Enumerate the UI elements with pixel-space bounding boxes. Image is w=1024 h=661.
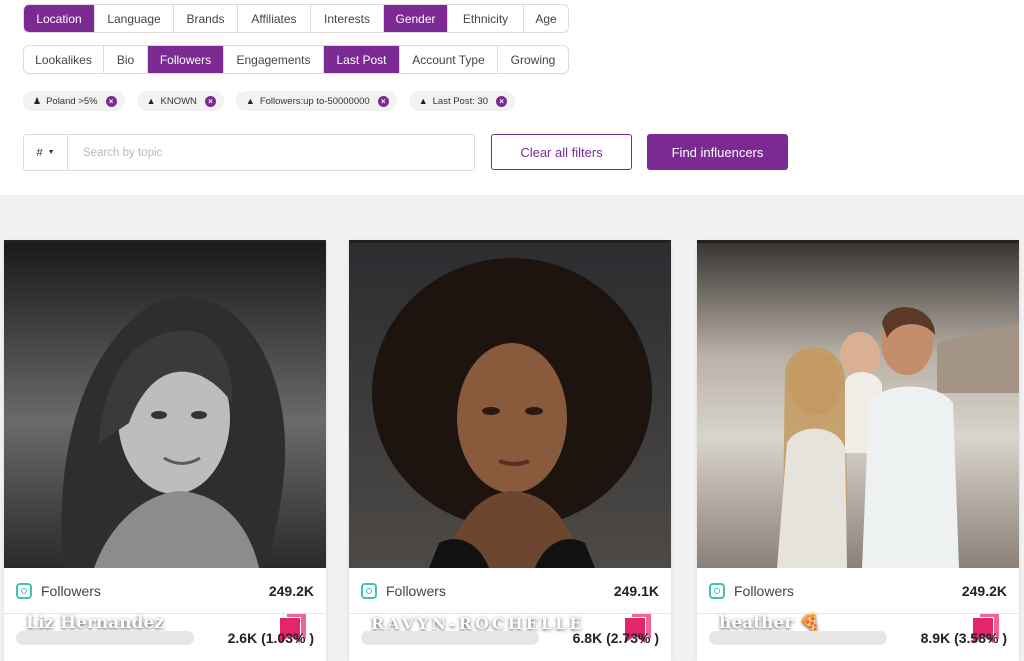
profile-photo [697,243,1019,568]
filter-tab-growing[interactable]: Growing [498,46,568,73]
filter-tabs-primary: Location Language Brands Affiliates Inte… [23,4,569,33]
followers-row: Followers 249.1K [349,568,671,614]
followers-count: 249.2K [961,582,1007,599]
filter-tab-lookalikes[interactable]: Lookalikes [24,46,104,73]
engagement-value: 2.6K (1.03% ) [227,630,314,646]
instagram-icon [709,582,725,599]
filter-tab-age[interactable]: Age [524,5,568,32]
followers-row: Followers 249.2K [4,568,326,614]
filter-chip-label: Last Post: 30 [432,95,489,107]
instagram-icon [361,582,377,599]
chevron-down-icon: ▼ [47,149,55,156]
filter-tab-brands[interactable]: Brands [174,5,238,32]
filter-tab-affiliates[interactable]: Affiliates [238,5,311,32]
filter-tab-ethnicity[interactable]: Ethnicity [448,5,524,32]
megaphone-icon: ▲ [245,96,255,106]
engagement-row: 8.9K (3.58% ) [697,615,1019,661]
engagement-bar [16,631,194,645]
hashtag-icon: # [36,146,43,159]
filter-tab-interests[interactable]: Interests [311,5,384,32]
followers-count: 249.1K [613,582,659,599]
filter-tab-engagements[interactable]: Engagements [224,46,324,73]
filter-tab-language[interactable]: Language [95,5,174,32]
filter-tab-location[interactable]: Location [24,5,95,32]
search-type-dropdown[interactable]: # ▼ [24,135,68,170]
find-influencers-button[interactable]: Find influencers [647,134,788,170]
clear-filters-button[interactable]: Clear all filters [491,134,632,170]
filter-chip-label: Followers:up to-50000000 [259,95,370,107]
followers-count: 249.2K [268,582,314,599]
filter-chip: ♟ Poland >5% × [23,91,125,111]
filter-chip: ▲ Followers:up to-50000000 × [235,91,397,111]
filter-tabs-secondary: Lookalikes Bio Followers Engagements Las… [23,45,569,74]
followers-label: Followers [734,582,794,599]
profile-photo [349,243,671,568]
influencer-card[interactable]: RAVYN-ROCHELLE Followers 249.1K 6.8K (2.… [349,240,671,661]
filter-chip-label: Poland >5% [46,95,98,107]
instagram-icon [16,582,32,599]
engagement-bar [709,631,887,645]
filter-tab-account-type[interactable]: Account Type [400,46,498,73]
engagement-value: 8.9K (3.58% ) [920,630,1007,646]
filter-tab-followers[interactable]: Followers [148,46,224,73]
remove-filter-icon[interactable]: × [377,95,389,107]
filter-tab-bio[interactable]: Bio [104,46,148,73]
filter-chip-label: KNOWN [160,95,197,107]
topic-search: # ▼ [23,134,475,171]
engagement-value: 6.8K (2.73% ) [572,630,659,646]
search-input[interactable] [68,135,474,170]
megaphone-icon: ▲ [146,96,156,106]
remove-filter-icon[interactable]: × [496,95,508,107]
followers-row: Followers 249.2K [697,568,1019,614]
engagement-bar [361,631,539,645]
influencer-card[interactable]: Liz Hernandez Followers 249.2K 2.6K (1.0… [4,240,326,661]
person-icon: ♟ [33,95,42,106]
influencer-card[interactable]: heather 🍕 Followers 249.2K 8.9K (3.58% ) [697,240,1019,661]
megaphone-icon: ▲ [418,96,428,106]
engagement-row: 2.6K (1.03% ) [4,615,326,661]
filter-tab-gender[interactable]: Gender [384,5,448,32]
engagement-row: 6.8K (2.73% ) [349,615,671,661]
active-filter-chips: ♟ Poland >5% × ▲ KNOWN × ▲ Followers:up … [23,91,516,111]
filter-chip: ▲ KNOWN × [136,91,224,111]
filter-tab-last-post[interactable]: Last Post [324,46,400,73]
followers-label: Followers [41,582,101,599]
remove-filter-icon[interactable]: × [105,95,117,107]
profile-photo [4,243,326,568]
followers-label: Followers [386,582,446,599]
filter-chip: ▲ Last Post: 30 × [408,91,516,111]
remove-filter-icon[interactable]: × [204,95,216,107]
